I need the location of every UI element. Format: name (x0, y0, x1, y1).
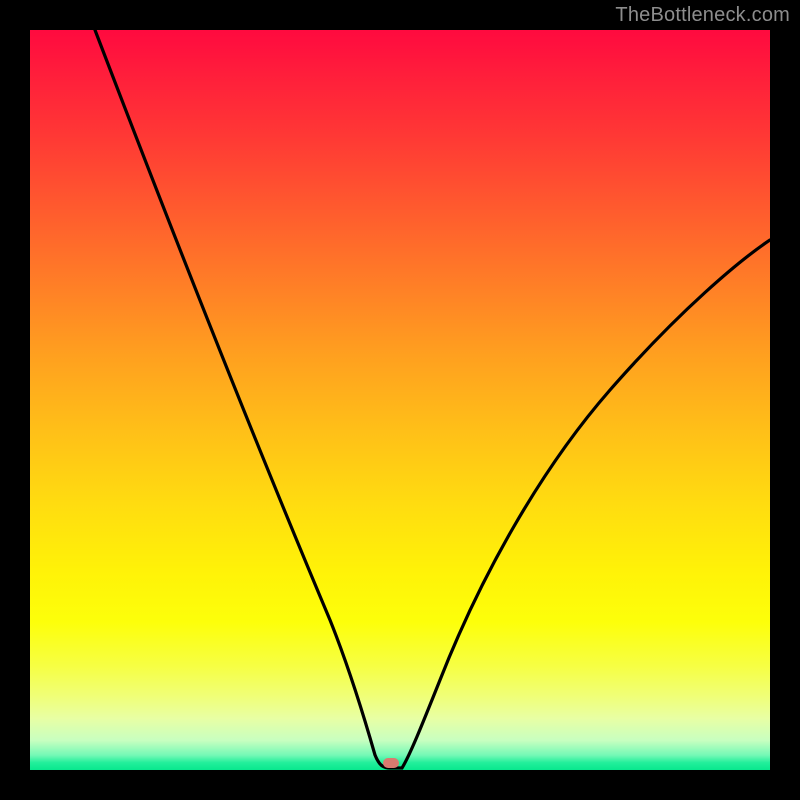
optimal-marker (383, 758, 399, 768)
bottleneck-curve (30, 30, 770, 770)
plot-area (30, 30, 770, 770)
watermark-text: TheBottleneck.com (615, 4, 790, 27)
curve-path (95, 30, 770, 768)
chart-frame: TheBottleneck.com (0, 0, 800, 800)
